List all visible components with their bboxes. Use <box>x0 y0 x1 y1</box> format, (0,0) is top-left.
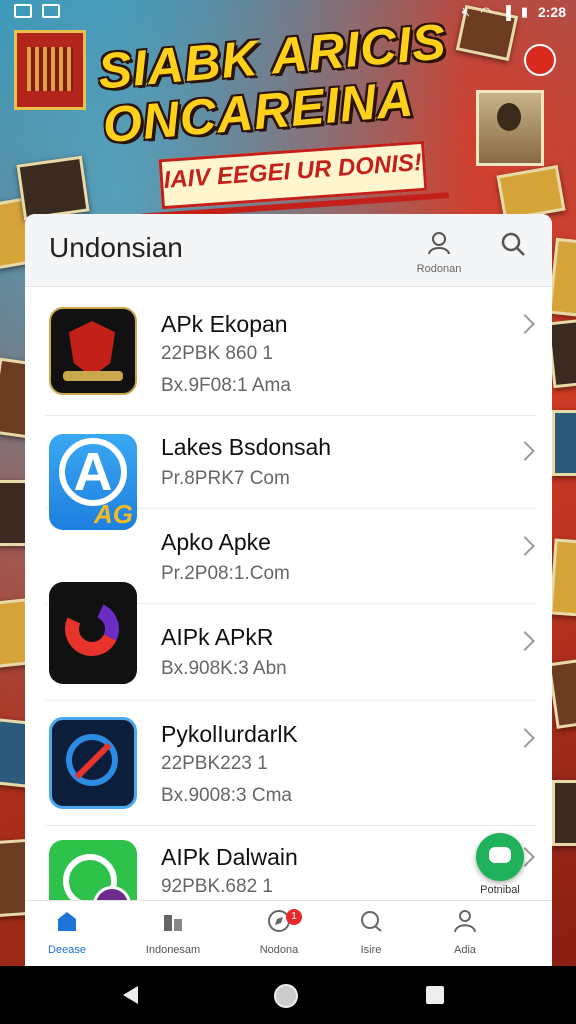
profile-icon <box>428 232 450 255</box>
search-icon <box>361 911 382 932</box>
app-name: Lakes Bsdonsah <box>161 434 332 460</box>
chevron-right-icon <box>515 536 535 556</box>
recents-icon[interactable] <box>426 986 444 1004</box>
tab-home[interactable]: Deease <box>27 909 107 956</box>
app-name: AIPk APkR <box>161 624 274 650</box>
back-icon[interactable] <box>123 986 138 1004</box>
search-button[interactable] <box>495 230 531 263</box>
chevron-right-icon <box>515 728 535 748</box>
app-meta: Bx.9008:3 Cma <box>161 785 292 806</box>
tab-label: Indonesam <box>145 944 201 956</box>
card-header: Undonsian Rodonan <box>25 214 552 287</box>
portrait-image <box>476 90 544 166</box>
list-item[interactable]: AIPk APkR Bx.908K:3 Abn <box>45 582 536 701</box>
profile-button[interactable]: Rodonan <box>413 230 465 275</box>
app-version: 22PBK223 1 <box>161 753 268 774</box>
app-version: 92PBK.682 1 <box>161 876 273 897</box>
tab-label: Deease <box>48 944 86 956</box>
app-version: Bx.908K:3 Abn <box>161 658 287 679</box>
notification-badge: 1 <box>286 909 302 925</box>
tab-nodona[interactable]: 1 Nodona <box>239 909 319 956</box>
bottom-tab-bar: Deease Indonesam 1 Nodona Isire Adia <box>25 900 552 967</box>
tab-isire[interactable]: Isire <box>331 909 411 956</box>
blue-circle-icon <box>49 717 137 809</box>
home-button-icon[interactable] <box>274 984 298 1008</box>
chevron-right-icon <box>515 631 535 651</box>
home-icon <box>58 912 76 931</box>
system-nav-bar <box>0 966 576 1024</box>
app-meta: Bx.9F08:1 Ama <box>161 375 291 396</box>
page-title: Undonsian <box>49 232 183 263</box>
camera-icon <box>42 4 60 18</box>
person-icon <box>454 910 476 933</box>
sticker-icon <box>524 44 556 76</box>
list-item[interactable]: PykolIurdarlK 22PBK223 1 Bx.9008:3 Cma <box>45 701 536 826</box>
app-version: Pr.2P08:1.Com <box>161 563 290 584</box>
app-version: 22PBK 860 1 <box>161 343 273 364</box>
wifi-icon: ◠ <box>480 4 492 19</box>
notification-icon <box>14 4 32 18</box>
chevron-right-icon <box>515 314 535 334</box>
status-time: 2:28 <box>537 4 566 20</box>
grid-icon <box>164 915 182 931</box>
signal-icon: ▐ <box>501 4 511 20</box>
tab-label: Nodona <box>259 944 299 956</box>
fab-label: Potnibal <box>480 884 520 896</box>
list-item[interactable]: APk Ekopan 22PBK 860 1 Bx.9F08:1 Ama <box>45 287 536 416</box>
profile-label: Rodonan <box>416 263 462 275</box>
app-version: Pr.8PRK7 Com <box>161 468 290 489</box>
red-emblem-icon <box>49 307 137 395</box>
app-name: PykolIurdarlK <box>161 721 298 747</box>
app-name: Apko Apke <box>161 529 271 555</box>
app-name: AIPk Dalwain <box>161 844 298 870</box>
chevron-right-icon <box>515 441 535 461</box>
tab-adia[interactable]: Adia <box>425 909 505 956</box>
tab-label: Isire <box>360 944 382 956</box>
app-list-card: Undonsian Rodonan APk Ekopan 22PBK 860 1… <box>25 214 552 966</box>
tab-label: Adia <box>453 944 477 956</box>
app-name: APk Ekopan <box>161 311 288 337</box>
search-icon <box>501 232 525 256</box>
battery-icon: ▮ <box>520 4 528 19</box>
tab-indonesam[interactable]: Indonesam <box>133 909 213 956</box>
swirl-logo-icon <box>49 582 137 684</box>
app-list: APk Ekopan 22PBK 860 1 Bx.9F08:1 Ama A AG… <box>25 287 552 928</box>
list-item[interactable]: A AG Lakes Bsdonsah Pr.8PRK7 Com <box>45 416 536 530</box>
poster-badge <box>14 30 86 110</box>
status-bar: 🔇︎ ◠ ▐ ▮ 2:28 <box>0 0 576 26</box>
chat-fab-button[interactable] <box>476 833 524 881</box>
